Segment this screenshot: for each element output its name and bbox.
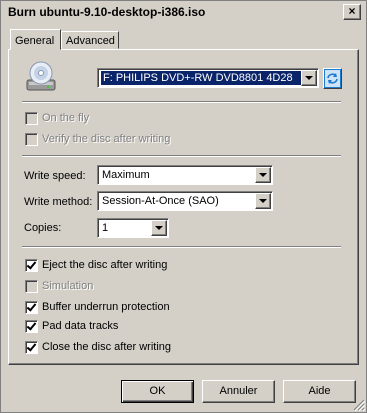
write-speed-select[interactable]: Maximum — [97, 165, 273, 185]
close-disc-checkbox[interactable] — [25, 341, 38, 354]
write-method-label: Write method: — [24, 196, 93, 208]
on-the-fly-checkbox[interactable] — [25, 112, 38, 125]
cancel-button[interactable]: Annuler — [202, 380, 275, 403]
pad-data-tracks-checkbox[interactable] — [25, 320, 38, 333]
resize-grip-icon[interactable] — [353, 399, 365, 411]
copies-label: Copies: — [24, 222, 62, 234]
chevron-down-icon[interactable] — [255, 167, 271, 183]
close-button[interactable]: × — [343, 4, 361, 20]
chevron-down-icon[interactable] — [301, 70, 317, 86]
verify-disc-label: Verify the disc after writing — [42, 133, 171, 145]
copies-value: 1 — [102, 222, 109, 234]
separator — [22, 155, 341, 157]
close-icon: × — [348, 4, 356, 18]
write-speed-label: Write speed: — [24, 170, 86, 182]
tab-advanced[interactable]: Advanced — [61, 31, 119, 49]
refresh-drives-button[interactable] — [323, 68, 342, 89]
help-button[interactable]: Aide — [283, 380, 356, 403]
chevron-down-icon[interactable] — [151, 220, 167, 236]
drive-select[interactable]: F: PHILIPS DVD+-RW DVD8801 4D28 — [97, 68, 319, 88]
ok-button[interactable]: OK — [121, 380, 194, 403]
drive-select-value: F: PHILIPS DVD+-RW DVD8801 4D28 — [101, 71, 305, 85]
simulation-label: Simulation — [42, 280, 94, 292]
separator — [22, 246, 341, 248]
write-speed-value: Maximum — [102, 169, 150, 181]
refresh-icon — [324, 69, 341, 88]
buffer-underrun-checkbox[interactable] — [25, 301, 38, 314]
tab-general[interactable]: General — [10, 29, 61, 50]
on-the-fly-label: On the fly — [42, 112, 90, 124]
copies-select[interactable]: 1 — [97, 218, 169, 238]
write-method-select[interactable]: Session-At-Once (SAO) — [97, 191, 273, 211]
close-disc-label: Close the disc after writing — [42, 341, 171, 353]
pad-data-tracks-label: Pad data tracks — [42, 320, 119, 332]
title-bar[interactable]: Burn ubuntu-9.10-desktop-i386.iso × — [2, 2, 365, 22]
cd-drive-icon — [26, 61, 56, 91]
simulation-checkbox[interactable] — [25, 280, 38, 293]
write-method-value: Session-At-Once (SAO) — [102, 195, 219, 207]
eject-disc-checkbox[interactable] — [25, 259, 38, 272]
window-title: Burn ubuntu-9.10-desktop-i386.iso — [8, 5, 206, 19]
eject-disc-label: Eject the disc after writing — [42, 259, 168, 271]
verify-disc-checkbox[interactable] — [25, 133, 38, 146]
separator — [22, 101, 341, 103]
chevron-down-icon[interactable] — [255, 193, 271, 209]
buffer-underrun-label: Buffer underrun protection — [42, 301, 170, 313]
